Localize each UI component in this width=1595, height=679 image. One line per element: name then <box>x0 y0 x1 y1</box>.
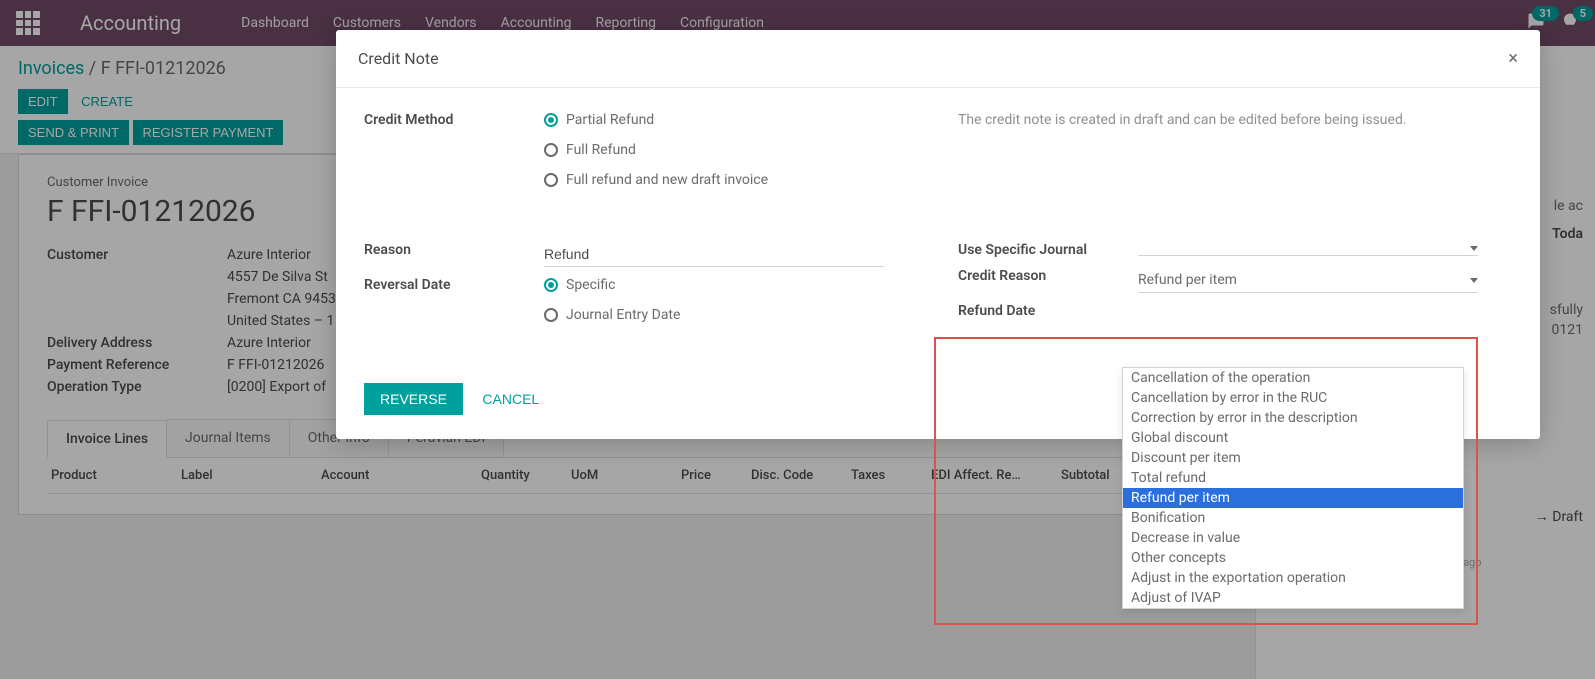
modal-title: Credit Note <box>358 49 439 68</box>
dropdown-item[interactable]: Global discount <box>1123 428 1463 448</box>
dropdown-item[interactable]: Decrease in value <box>1123 528 1463 548</box>
dropdown-item[interactable]: Other concepts <box>1123 548 1463 568</box>
radio-icon <box>544 308 558 322</box>
radio-icon <box>544 173 558 187</box>
caret-down-icon <box>1470 278 1478 283</box>
radio-icon <box>544 278 558 292</box>
use-journal-select[interactable] <box>1138 242 1478 256</box>
dropdown-item[interactable]: Adjust of IVAP <box>1123 588 1463 608</box>
radio-partial-refund[interactable]: Partial Refund <box>544 112 768 128</box>
dropdown-item[interactable]: Refund per item <box>1123 488 1463 508</box>
dropdown-item[interactable]: Total refund <box>1123 468 1463 488</box>
refund-date-label: Refund Date <box>958 303 1138 319</box>
dropdown-item[interactable]: Adjust in the exportation operation <box>1123 568 1463 588</box>
radio-icon <box>544 113 558 127</box>
radio-icon <box>544 143 558 157</box>
credit-reason-label: Credit Reason <box>958 268 1138 284</box>
caret-down-icon <box>1470 246 1478 251</box>
reason-input[interactable] <box>544 242 884 267</box>
reverse-button[interactable]: REVERSE <box>364 383 463 415</box>
cancel-button[interactable]: CANCEL <box>466 383 555 415</box>
radio-full-draft[interactable]: Full refund and new draft invoice <box>544 172 768 188</box>
dropdown-item[interactable]: Bonification <box>1123 508 1463 528</box>
dropdown-item[interactable]: Discount per item <box>1123 448 1463 468</box>
dropdown-item[interactable]: Cancellation by error in the RUC <box>1123 388 1463 408</box>
reason-label: Reason <box>364 242 544 258</box>
radio-journal-date[interactable]: Journal Entry Date <box>544 307 680 323</box>
use-journal-label: Use Specific Journal <box>958 242 1138 258</box>
credit-reason-dropdown: Cancellation of the operationCancellatio… <box>1122 367 1464 609</box>
close-icon[interactable]: × <box>1508 48 1518 69</box>
radio-full-refund[interactable]: Full Refund <box>544 142 768 158</box>
credit-reason-select[interactable]: Refund per item <box>1138 268 1478 293</box>
dropdown-item[interactable]: Cancellation of the operation <box>1123 368 1463 388</box>
help-text: The credit note is created in draft and … <box>958 112 1512 128</box>
dropdown-item[interactable]: Correction by error in the description <box>1123 408 1463 428</box>
credit-method-label: Credit Method <box>364 112 544 128</box>
radio-specific[interactable]: Specific <box>544 277 680 293</box>
reversal-date-label: Reversal Date <box>364 277 544 293</box>
